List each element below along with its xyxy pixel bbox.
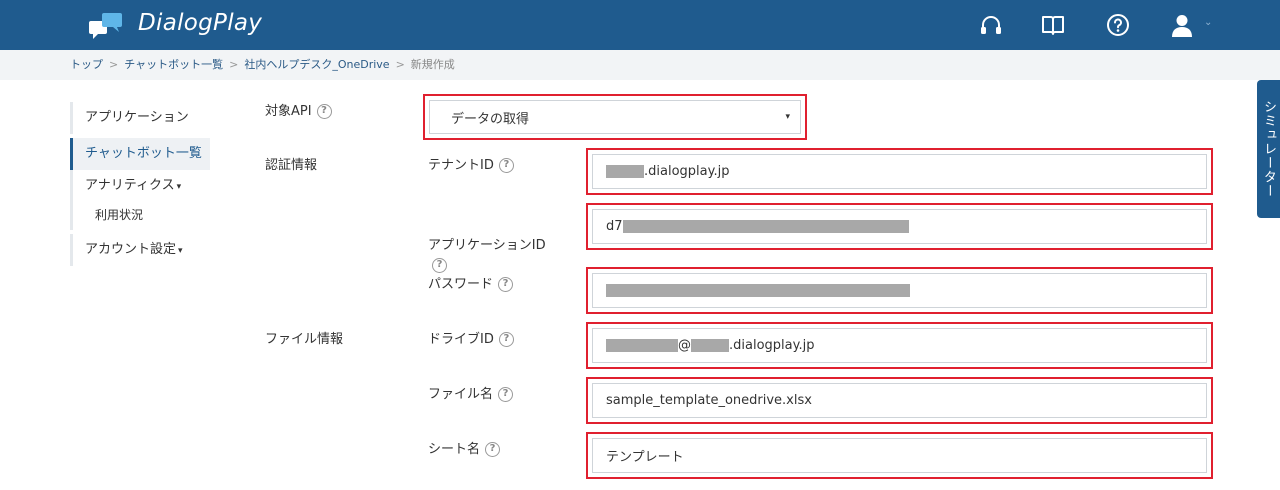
tenant-id-field[interactable]: .dialogplay.jp xyxy=(592,154,1207,189)
api-select[interactable]: データの取得 ▾ xyxy=(429,100,801,134)
masked-text xyxy=(606,165,644,178)
help-icon[interactable]: ? xyxy=(498,277,514,292)
tenant-id-highlight: .dialogplay.jp xyxy=(586,148,1213,195)
tenant-id-label: テナントID? xyxy=(428,154,514,173)
file-name-field[interactable]: sample_template_onedrive.xlsx xyxy=(592,383,1207,418)
book-icon[interactable] xyxy=(1041,13,1065,37)
masked-text xyxy=(606,284,910,297)
sheet-name-label: シート名? xyxy=(428,438,501,457)
application-id-label: アプリケーションID? xyxy=(428,236,546,276)
top-header: DialogPlay ⌄ xyxy=(0,0,1280,50)
application-id-highlight: d7 xyxy=(586,203,1213,250)
breadcrumb-chatbot[interactable]: 社内ヘルプデスク_OneDrive xyxy=(244,58,389,71)
help-icon[interactable]: ? xyxy=(498,332,514,347)
caret-down-icon: ▾ xyxy=(176,182,182,192)
help-icon[interactable]: ? xyxy=(498,158,514,173)
masked-text xyxy=(691,339,729,352)
api-label: 対象API? xyxy=(265,100,332,119)
help-icon[interactable]: ? xyxy=(498,387,514,402)
auth-section-label: 認証情報 xyxy=(265,158,318,173)
simulator-tab[interactable]: シミュレーター xyxy=(1257,80,1280,218)
breadcrumb-chatbot-list[interactable]: チャットボット一覧 xyxy=(124,58,223,71)
drive-id-label: ドライブID? xyxy=(428,328,514,347)
masked-text xyxy=(606,339,678,352)
breadcrumb-current: 新規作成 xyxy=(410,58,455,71)
masked-text xyxy=(622,220,909,233)
dropdown-arrow-icon: ▾ xyxy=(785,112,790,122)
breadcrumb: トップ > チャットボット一覧 > 社内ヘルプデスク_OneDrive > 新規作成 xyxy=(0,50,1280,80)
sheet-name-field[interactable]: テンプレート xyxy=(592,438,1207,473)
breadcrumb-top[interactable]: トップ xyxy=(70,58,103,71)
file-section-label: ファイル情報 xyxy=(265,332,344,347)
help-icon[interactable]: ? xyxy=(432,258,447,273)
drive-id-field[interactable]: @ .dialogplay.jp xyxy=(592,328,1207,363)
application-id-field[interactable]: d7 xyxy=(592,209,1207,244)
user-menu[interactable]: ⌄ xyxy=(1170,13,1216,37)
sidebar-item-chatbot-list[interactable]: チャットボット一覧 xyxy=(70,138,210,170)
help-icon[interactable]: ? xyxy=(316,104,332,119)
headset-icon[interactable] xyxy=(979,13,1003,37)
sidebar-item-usage[interactable]: 利用状況 xyxy=(70,202,210,230)
help-circle-icon[interactable] xyxy=(1106,13,1130,37)
user-icon xyxy=(1172,15,1192,37)
file-name-label: ファイル名? xyxy=(428,383,514,402)
brand-name[interactable]: DialogPlay xyxy=(138,10,262,36)
dialogplay-logo-icon[interactable] xyxy=(89,11,125,39)
caret-down-icon: ▾ xyxy=(178,246,183,256)
chevron-down-icon: ⌄ xyxy=(1204,17,1213,28)
sidebar-item-analytics[interactable]: アナリティクス ▾ xyxy=(70,170,210,202)
help-icon[interactable]: ? xyxy=(485,442,501,457)
sheet-name-highlight: テンプレート xyxy=(586,432,1213,479)
api-highlight: データの取得 ▾ xyxy=(423,94,807,140)
sidebar: アプリケーション チャットボット一覧 アナリティクス ▾ 利用状況 アカウント設定… xyxy=(70,102,210,266)
sidebar-item-account-settings[interactable]: アカウント設定 ▾ xyxy=(70,234,210,266)
password-field[interactable] xyxy=(592,273,1207,308)
sidebar-item-application[interactable]: アプリケーション xyxy=(70,102,210,134)
password-label: パスワード? xyxy=(428,273,514,292)
file-name-highlight: sample_template_onedrive.xlsx xyxy=(586,377,1213,424)
password-highlight xyxy=(586,267,1213,314)
drive-id-highlight: @ .dialogplay.jp xyxy=(586,322,1213,369)
